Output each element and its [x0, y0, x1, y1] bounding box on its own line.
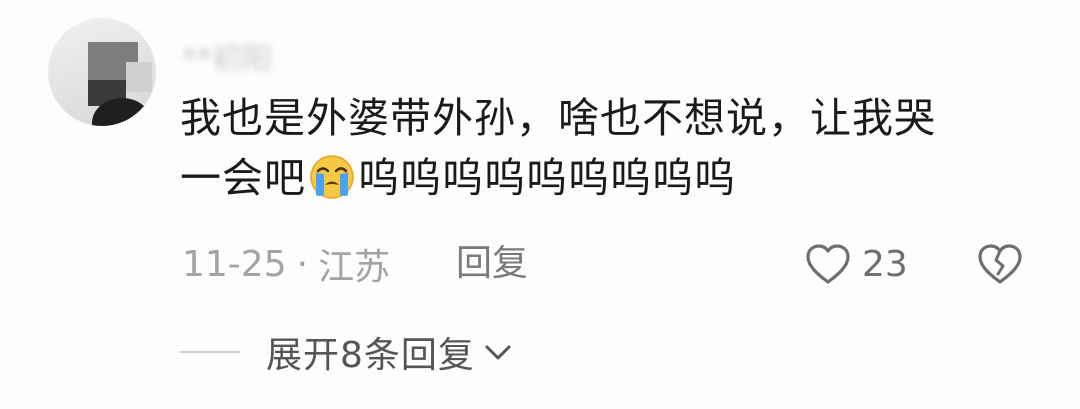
- comment-meta: 11-25 · 江苏: [182, 240, 391, 289]
- avatar-mosaic: [126, 62, 152, 92]
- comment-text-line: 我也是外婆带外孙，啥也不想说，让我哭: [180, 94, 936, 142]
- comment-text-segment: 呜呜呜呜呜呜呜呜呜: [358, 154, 736, 202]
- heart-outline-icon: [806, 244, 850, 284]
- chevron-down-icon: [485, 345, 511, 360]
- like-button[interactable]: 23: [804, 240, 908, 288]
- like-count: 23: [862, 243, 908, 285]
- comment-text: 我也是外婆带外孙，啥也不想说，让我哭 一会吧 呜呜呜呜呜呜呜呜呜: [180, 88, 1020, 208]
- comment-text-segment: 一会吧: [180, 154, 306, 202]
- divider: [180, 351, 240, 353]
- comment-item: **初阳 我也是外婆带外孙，啥也不想说，让我哭 一会吧 呜呜呜呜呜呜呜呜呜 11…: [0, 0, 1080, 409]
- comment-text-line: 一会吧 呜呜呜呜呜呜呜呜呜: [180, 148, 1020, 208]
- loudly-crying-face-icon: [310, 155, 354, 199]
- avatar[interactable]: [48, 18, 156, 126]
- broken-heart-icon[interactable]: [976, 242, 1024, 286]
- expand-replies-button[interactable]: 展开8条回复: [180, 326, 513, 378]
- comment-date: 11-25: [182, 243, 287, 285]
- reply-button[interactable]: 回复: [456, 240, 528, 288]
- comment-location: 江苏: [318, 247, 391, 288]
- meta-separator: ·: [296, 243, 309, 285]
- expand-replies-label: 展开8条回复: [266, 335, 475, 376]
- username[interactable]: **初阳: [182, 34, 272, 77]
